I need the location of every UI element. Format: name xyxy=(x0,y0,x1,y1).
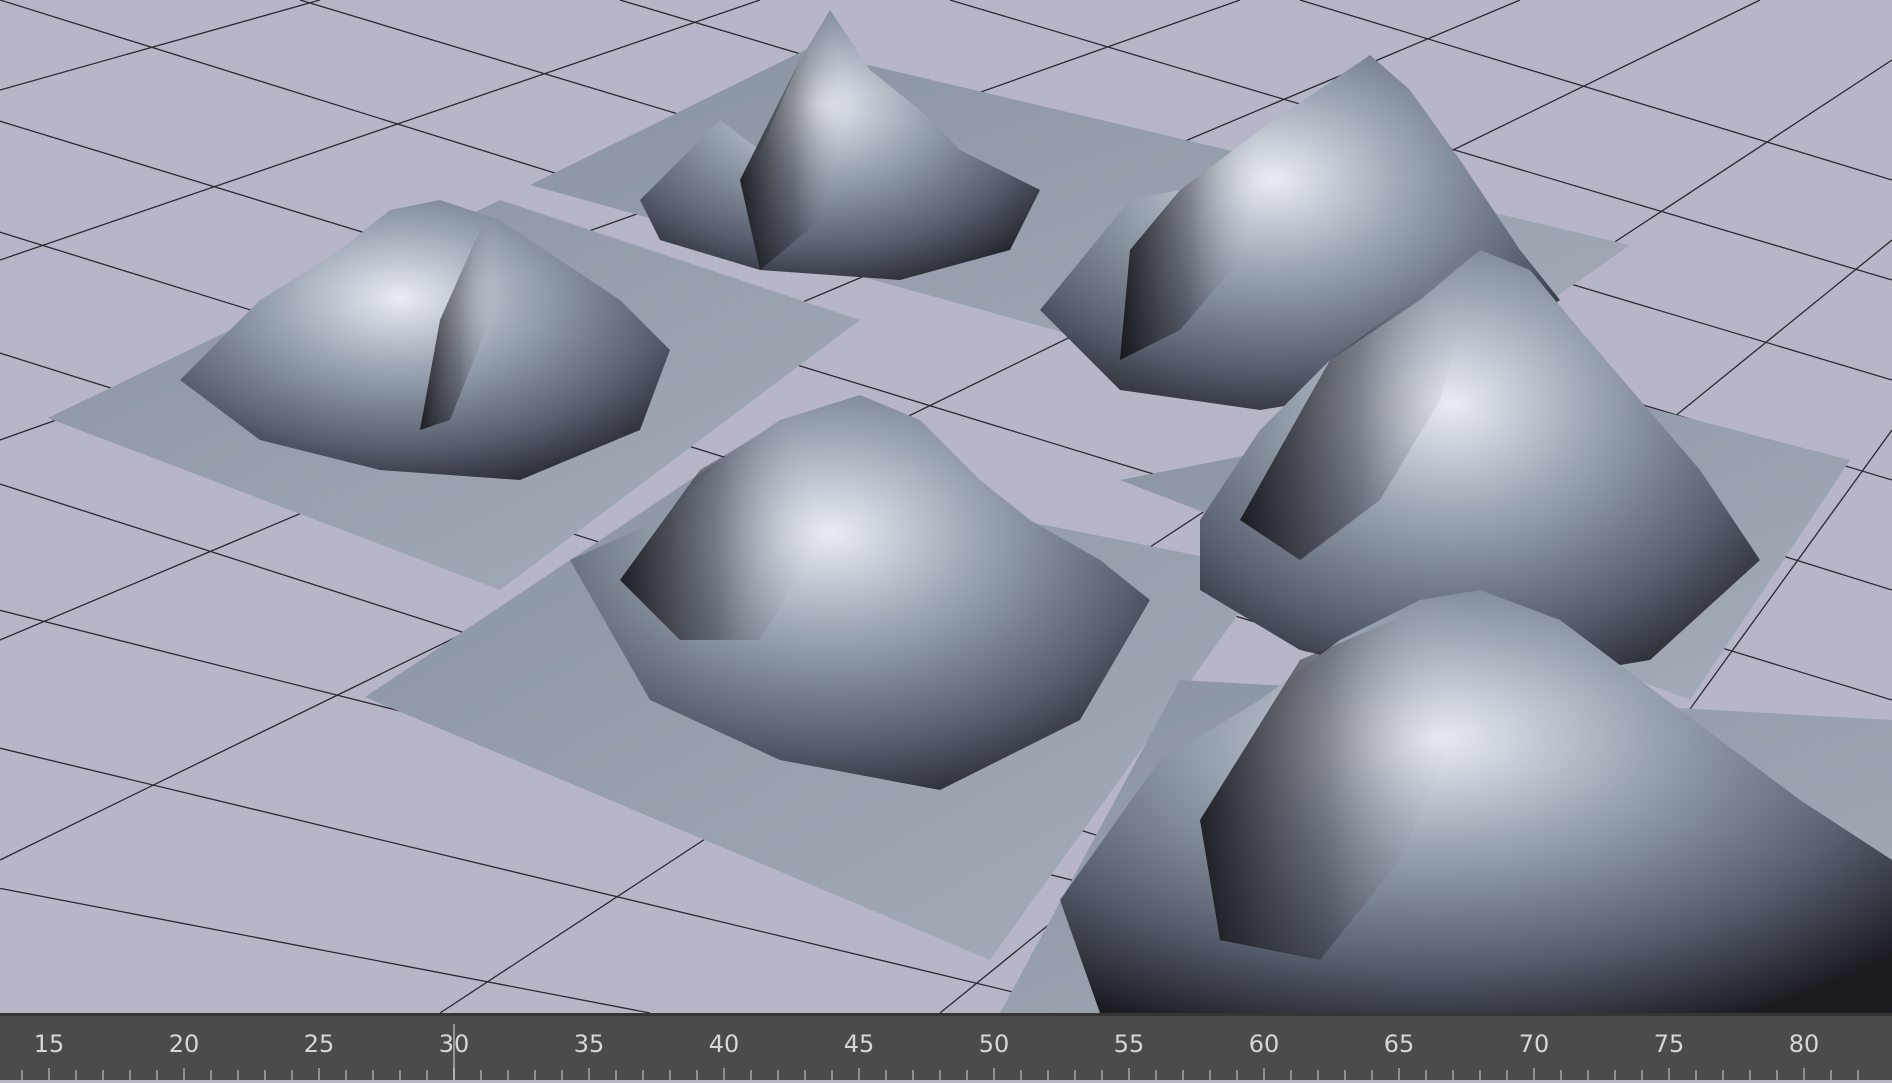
frame-label: 80 xyxy=(1788,1030,1820,1058)
frame-label: 70 xyxy=(1518,1030,1550,1058)
timeline-ruler[interactable]: 1520253035404550556065707580 xyxy=(0,1013,1892,1080)
frame-label: 55 xyxy=(1113,1030,1145,1058)
frame-label: 50 xyxy=(978,1030,1010,1058)
frame-label: 20 xyxy=(168,1030,200,1058)
timeline-ticks xyxy=(21,1068,1859,1080)
frame-label: 65 xyxy=(1383,1030,1415,1058)
viewport-canvas[interactable] xyxy=(0,0,1892,1013)
frame-label: 60 xyxy=(1248,1030,1280,1058)
frame-label: 40 xyxy=(708,1030,740,1058)
frame-label: 35 xyxy=(573,1030,605,1058)
frame-label: 75 xyxy=(1653,1030,1685,1058)
3d-viewport[interactable] xyxy=(0,0,1892,1013)
frame-label: 25 xyxy=(303,1030,335,1058)
frame-label: 45 xyxy=(843,1030,875,1058)
frame-label: 15 xyxy=(33,1030,65,1058)
timeline-playhead[interactable] xyxy=(453,1024,455,1080)
